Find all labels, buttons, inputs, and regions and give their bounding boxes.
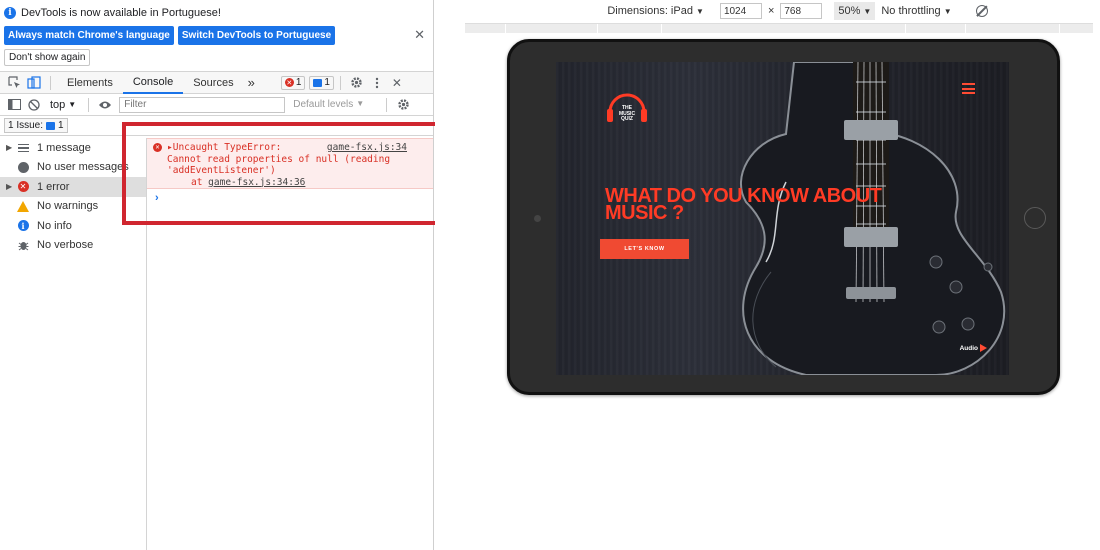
divider <box>386 97 388 112</box>
tab-elements[interactable]: Elements <box>57 72 123 94</box>
switch-language-button[interactable]: Switch DevTools to Portuguese <box>177 26 336 45</box>
play-icon <box>980 344 987 352</box>
sidebar-item-label: No warnings <box>37 200 99 213</box>
zoom-label: 50% <box>838 5 861 17</box>
clear-console-icon[interactable] <box>24 97 44 113</box>
info-icon: i <box>16 220 30 232</box>
logo-text: THE MUSIC QUIZ <box>618 105 636 122</box>
message-count-badge[interactable]: 1 <box>309 75 334 90</box>
camera-dot <box>534 215 541 222</box>
error-count-badge[interactable]: ✕ 1 <box>280 75 306 90</box>
more-tabs-icon[interactable]: » <box>244 72 259 94</box>
times-symbol: × <box>767 5 775 17</box>
user-icon <box>16 161 30 173</box>
dropdown-arrow-icon: ▼ <box>696 7 704 16</box>
console-toolbar: top ▼ Default levels ▼ <box>0 94 433 116</box>
warning-icon <box>16 200 30 212</box>
device-toolbar-icon[interactable] <box>24 75 44 91</box>
width-input[interactable]: 1024 <box>719 3 762 19</box>
dropdown-arrow-icon: ▼ <box>356 99 365 108</box>
expand-arrow-icon[interactable]: ▶ <box>6 143 16 152</box>
context-selector[interactable]: top ▼ <box>44 99 82 111</box>
website-viewport: THE MUSIC QUIZ WHAT DO YOU KNOW ABOUT MU… <box>556 62 1009 375</box>
sidebar-item-verbose[interactable]: No verbose <box>0 236 146 256</box>
banner-message: DevTools is now available in Portuguese! <box>21 7 221 19</box>
issues-label: 1 Issue: <box>8 120 44 131</box>
devtools-panel: i DevTools is now available in Portugues… <box>0 0 447 550</box>
expand-arrow-icon[interactable]: ▶ <box>6 182 16 191</box>
rotate-icon[interactable] <box>975 5 988 17</box>
error-icon: ✕ <box>284 78 294 87</box>
log-levels-label: Default levels <box>293 99 354 110</box>
audio-toggle[interactable]: Audio <box>960 344 987 352</box>
divider <box>50 75 51 90</box>
ipad-frame: THE MUSIC QUIZ WHAT DO YOU KNOW ABOUT MU… <box>507 39 1060 395</box>
sidebar-item-label: 1 error <box>37 180 70 193</box>
media-query-ruler[interactable] <box>465 23 1093 34</box>
info-icon: i <box>4 7 16 19</box>
console-settings-gear-icon[interactable] <box>393 97 413 113</box>
issue-icon <box>46 121 56 130</box>
sidebar-item-label: No verbose <box>37 239 94 252</box>
message-icon <box>313 78 323 87</box>
divider <box>88 97 90 112</box>
error-icon: ✕ <box>16 181 30 193</box>
inspect-element-icon[interactable] <box>4 75 24 91</box>
dropdown-arrow-icon: ▼ <box>68 100 77 109</box>
filter-input[interactable] <box>119 96 286 113</box>
dropdown-arrow-icon: ▼ <box>863 6 872 16</box>
dimensions-dropdown[interactable]: Dimensions: iPad ▼ <box>607 5 704 17</box>
device-preview: Dimensions: iPad ▼ 1024 × 768 50% ▼ No t… <box>435 0 1100 550</box>
match-language-button[interactable]: Always match Chrome's language <box>4 26 174 45</box>
log-levels-dropdown[interactable]: Default levels ▼ <box>293 99 364 110</box>
lets-know-button[interactable]: LET'S KNOW <box>600 239 689 259</box>
sidebar-toggle-icon[interactable] <box>4 97 24 113</box>
close-icon[interactable]: ✕ <box>414 27 425 43</box>
message-count: 1 <box>324 77 330 88</box>
kebab-menu-icon[interactable] <box>367 75 387 91</box>
hamburger-menu-icon[interactable] <box>962 83 975 94</box>
issues-button[interactable]: 1 Issue: 1 <box>4 118 68 133</box>
throttling-label: No throttling <box>881 5 941 17</box>
sidebar-item-label: No user messages <box>37 161 129 174</box>
sidebar-item-label: 1 message <box>37 141 91 154</box>
issues-count: 1 <box>58 120 64 131</box>
eye-icon[interactable] <box>95 97 115 113</box>
settings-gear-icon[interactable] <box>347 75 367 91</box>
error-highlight-box <box>122 122 447 225</box>
dimensions-label: Dimensions: iPad <box>607 5 693 17</box>
tab-sources[interactable]: Sources <box>183 72 243 94</box>
devtools-tabbar: Elements Console Sources » ✕ 1 1 ✕ <box>0 72 433 94</box>
zoom-dropdown[interactable]: 50% ▼ <box>834 2 876 20</box>
context-label: top <box>50 98 66 111</box>
throttling-dropdown[interactable]: No throttling ▼ <box>881 5 951 17</box>
divider <box>339 75 341 90</box>
bug-icon <box>16 239 30 251</box>
dropdown-arrow-icon: ▼ <box>943 7 952 16</box>
home-button <box>1024 207 1046 229</box>
list-icon <box>16 142 30 154</box>
audio-label: Audio <box>959 344 978 352</box>
close-devtools-icon[interactable]: ✕ <box>387 75 407 91</box>
dont-show-again-button[interactable]: Don't show again <box>4 49 91 66</box>
device-toolbar: Dimensions: iPad ▼ 1024 × 768 50% ▼ No t… <box>435 0 1100 22</box>
height-input[interactable]: 768 <box>780 3 823 19</box>
tab-console[interactable]: Console <box>122 72 184 94</box>
hero-title: WHAT DO YOU KNOW ABOUT MUSIC ? <box>605 185 882 224</box>
error-count: 1 <box>295 77 302 88</box>
sidebar-item-label: No info <box>37 219 72 232</box>
language-banner: i DevTools is now available in Portugues… <box>0 0 433 72</box>
